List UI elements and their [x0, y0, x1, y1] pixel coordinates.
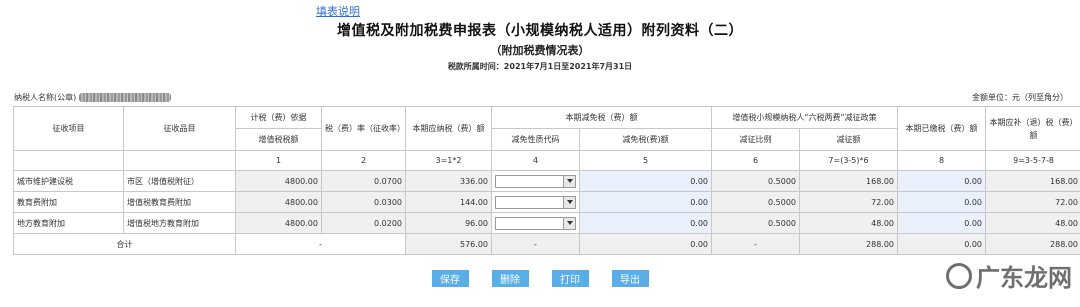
ratio-cell: 0.5000: [711, 191, 800, 213]
rate-cell: 0.0300: [321, 191, 406, 213]
watermark-logo-icon: [946, 262, 972, 289]
header-relief: 本期减免税（费）额: [491, 106, 712, 129]
header-row-1: 征收项目 征收品目 计税（费）依据 税（费）率（征收率） 本期应纳税（费）额 本…: [13, 106, 1080, 151]
header-relief-amount: 减免税(费)额: [579, 128, 712, 151]
refund-cell: 168.00: [985, 170, 1080, 192]
header-policy-amount: 减征额: [798, 128, 899, 151]
relief-code-select[interactable]: [495, 174, 576, 188]
watermark-text: 广东龙网: [976, 263, 1072, 292]
relief-code-value: [496, 197, 563, 208]
relief-code-cell: [491, 212, 580, 234]
col-number: 3=1*2: [405, 150, 492, 171]
site-watermark: 广东龙网: [946, 258, 1072, 293]
row-subitem: 增值税地方教育附加: [123, 212, 236, 234]
col-number: 7=(3-5)*6: [798, 150, 899, 171]
header-basis-sub: 增值税税额: [235, 128, 322, 151]
amount-unit: 金额单位：元（列至角分）: [972, 93, 1068, 102]
payable-cell: 96.00: [405, 212, 492, 234]
col-number-blank: [13, 150, 124, 171]
taxpayer-label: 纳税人名称(公章): [14, 93, 77, 102]
relief-amount-input[interactable]: 0.00: [579, 170, 712, 192]
col-number: 6: [711, 150, 800, 171]
relief-code-cell: [491, 191, 580, 213]
paid-input[interactable]: 0.00: [897, 212, 987, 234]
table-row: 教育费附加 增值税教育费附加 4800.00 0.0300 144.00 0.0…: [13, 191, 1080, 213]
print-button[interactable]: 打印: [551, 270, 589, 287]
col-number: 2: [321, 150, 406, 171]
row-subitem: 增值税教育费附加: [123, 191, 236, 213]
header-subitem: 征收品目: [123, 106, 236, 151]
total-relief-amount: 0.00: [579, 233, 712, 255]
header-paid: 本期已缴税（费）额: [897, 106, 987, 151]
page-subtitle: （附加税费情况表）: [490, 44, 590, 57]
total-basis: -: [235, 233, 406, 255]
paid-input[interactable]: 0.00: [897, 170, 987, 192]
relief-amount-input[interactable]: 0.00: [579, 212, 712, 234]
rate-cell: 0.0200: [321, 212, 406, 234]
redacted-name: [79, 93, 172, 102]
refund-cell: 48.00: [985, 212, 1080, 234]
row-item: 城市维护建设税: [13, 170, 124, 192]
total-payable: 576.00: [405, 233, 492, 255]
table-row: 城市维护建设税 市区（增值税附征） 4800.00 0.0700 336.00 …: [13, 170, 1080, 192]
relief-amount-input[interactable]: 0.00: [579, 191, 712, 213]
row-subitem: 市区（增值税附征）: [123, 170, 236, 192]
payable-cell: 336.00: [405, 170, 492, 192]
header-payable: 本期应纳税（费）额: [405, 106, 492, 151]
col-number-blank: [123, 150, 236, 171]
refund-cell: 72.00: [985, 191, 1080, 213]
col-number: 1: [235, 150, 322, 171]
column-number-row: 1 2 3=1*2 4 5 6 7=(3-5)*6 8 9=3-5-7-8: [13, 150, 1080, 171]
relief-code-value: [496, 218, 563, 229]
total-label: 合计: [13, 233, 236, 255]
header-rate: 税（费）率（征收率）: [321, 106, 406, 151]
header-relief-code: 减免性质代码: [491, 128, 580, 151]
surcharge-table: 征收项目 征收品目 计税（费）依据 税（费）率（征收率） 本期应纳税（费）额 本…: [13, 106, 1080, 255]
total-refund: 288.00: [985, 233, 1080, 255]
delete-button[interactable]: 删除: [491, 270, 529, 287]
col-number: 4: [491, 150, 580, 171]
fill-instructions-link[interactable]: 填表说明: [316, 3, 360, 19]
chevron-down-icon[interactable]: [563, 196, 575, 208]
ratio-cell: 0.5000: [711, 170, 800, 192]
row-item: 地方教育附加: [13, 212, 124, 234]
export-button[interactable]: 导出: [611, 270, 649, 287]
table-row: 地方教育附加 增值税地方教育附加 4800.00 0.0200 96.00 0.…: [13, 212, 1080, 234]
action-buttons: 保存 删除 打印 导出: [0, 270, 1080, 287]
save-button[interactable]: 保存: [431, 270, 469, 287]
ratio-cell: 0.5000: [711, 212, 800, 234]
tax-period: 税款所属时间：2021年7月1日至2021年7月31日: [447, 62, 633, 71]
payable-cell: 144.00: [405, 191, 492, 213]
row-item: 教育费附加: [13, 191, 124, 213]
col-number: 5: [579, 150, 712, 171]
chevron-down-icon[interactable]: [563, 217, 575, 229]
header-item: 征收项目: [13, 106, 124, 151]
total-row: 合计 - 576.00 - 0.00 - 288.00 0.00 288.00: [13, 233, 1080, 255]
reduction-cell: 48.00: [798, 212, 899, 234]
relief-code-select[interactable]: [495, 216, 576, 230]
basis-cell: 4800.00: [235, 191, 322, 213]
header-policy-ratio: 减征比例: [711, 128, 800, 151]
taxpayer-name: 纳税人名称(公章): [14, 92, 172, 103]
header-policy: 增值税小规模纳税人“六税两费”减征政策: [710, 106, 899, 129]
relief-code-value: [496, 176, 563, 187]
basis-cell: 4800.00: [235, 212, 322, 234]
reduction-cell: 72.00: [798, 191, 899, 213]
relief-code-select[interactable]: [495, 195, 576, 209]
col-number: 8: [897, 150, 987, 171]
paid-input[interactable]: 0.00: [897, 191, 987, 213]
total-relief-code: -: [491, 233, 580, 255]
total-paid: 0.00: [897, 233, 987, 255]
total-reduction: 288.00: [798, 233, 899, 255]
page-title: 增值税及附加税费申报表（小规模纳税人适用）附列资料（二）: [337, 23, 743, 39]
rate-cell: 0.0700: [321, 170, 406, 192]
col-number: 9=3-5-7-8: [985, 150, 1080, 171]
header-basis: 计税（费）依据: [235, 106, 322, 129]
relief-code-cell: [491, 170, 580, 192]
total-ratio: -: [711, 233, 800, 255]
basis-cell: 4800.00: [235, 170, 322, 192]
reduction-cell: 168.00: [798, 170, 899, 192]
header-refund: 本期应补（退）税（费）额: [985, 106, 1080, 151]
chevron-down-icon[interactable]: [563, 175, 575, 187]
